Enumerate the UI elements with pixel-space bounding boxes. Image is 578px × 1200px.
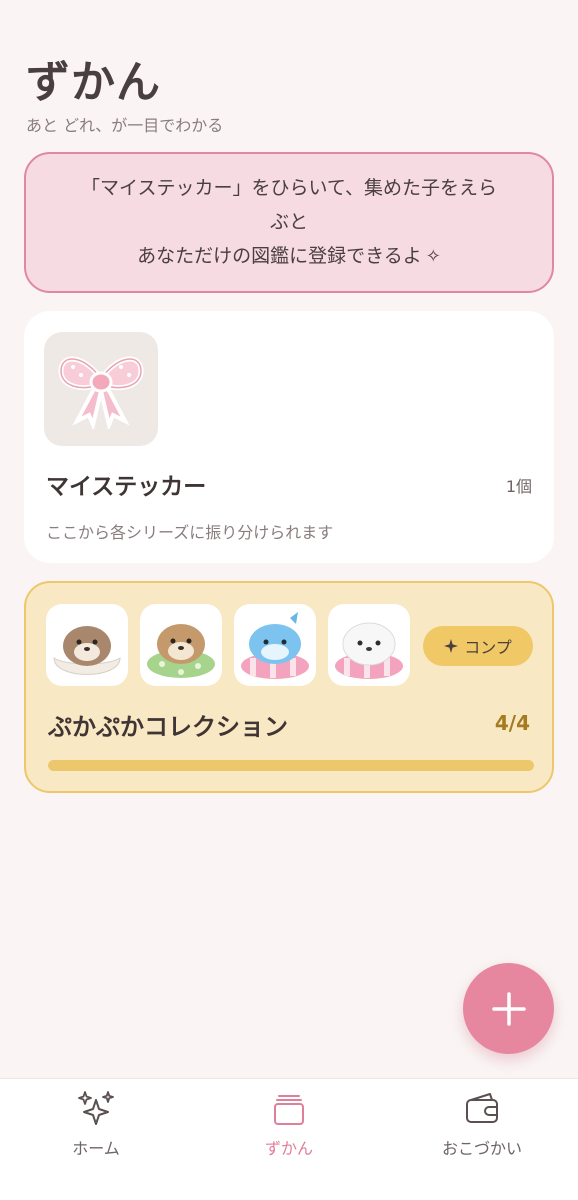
dolphin-float-icon [241, 612, 309, 679]
page-subtitle: あと どれ、が一目でわかる [26, 116, 224, 135]
sparkle-icon [444, 639, 459, 653]
tab-home[interactable]: ホーム [26, 1087, 166, 1159]
bottom-tab-bar: ホーム ずかん おこづかい [0, 1078, 578, 1200]
tab-okozukai-label: おこづかい [441, 1139, 522, 1158]
complete-badge-label: コンプ [464, 638, 512, 657]
plus-icon [491, 991, 526, 1026]
dolphin-float-figure [234, 604, 316, 686]
collection-title: ぷかぷかコレクション [48, 713, 288, 741]
my-sticker-title: マイステッカー [46, 474, 207, 500]
seal-float-figure [328, 604, 410, 686]
otter-shell-icon [53, 626, 121, 675]
sticker-thumbnail [44, 332, 158, 446]
tab-zukan[interactable]: ずかん [219, 1087, 359, 1159]
page-title: ずかん [26, 57, 161, 108]
otter-float-icon [147, 624, 215, 678]
otter-float-figure [140, 604, 222, 686]
zukan-screen: ずかん あと どれ、が一目でわかる 「マイステッカー」をひらいて、集めた子をえら… [0, 0, 578, 1200]
tab-zukan-label: ずかん [264, 1139, 313, 1158]
info-banner-line-2: ぶと [269, 211, 308, 233]
info-banner-line-1: 「マイステッカー」をひらいて、集めた子をえら [81, 177, 497, 199]
collection-progress-bar [48, 760, 534, 771]
info-banner-line-3: あなただけの図鑑に登録できるよ [137, 245, 422, 267]
complete-badge: コンプ [423, 626, 533, 666]
tab-okozukai[interactable]: おこづかい [412, 1087, 552, 1159]
collection-progress-count: 4/4 [494, 711, 530, 735]
otter-shell-figure [46, 604, 128, 686]
add-button[interactable] [463, 963, 554, 1054]
collection-stack-icon [269, 1087, 309, 1129]
collection-figures [46, 604, 410, 686]
my-sticker-description: ここから各シリーズに振り分けられます [46, 523, 334, 542]
tab-home-label: ホーム [72, 1139, 120, 1158]
ribbon-bow-icon [58, 356, 144, 429]
wallet-icon [462, 1087, 502, 1129]
sparkles-icon [76, 1087, 116, 1129]
my-sticker-card[interactable]: マイステッカー 1個 ここから各シリーズに振り分けられます [24, 311, 554, 563]
info-banner-line-3-wrap: あなただけの図鑑に登録できるよ ✧ [137, 239, 441, 274]
collection-progress-fill [48, 760, 534, 771]
sparkle-icon: ✧ [425, 246, 441, 267]
seal-float-icon [335, 622, 403, 679]
info-banner: 「マイステッカー」をひらいて、集めた子をえら ぶと あなただけの図鑑に登録できる… [24, 152, 554, 293]
collection-card-pukapuka[interactable]: コンプ ぷかぷかコレクション 4/4 [24, 581, 554, 793]
my-sticker-count: 1個 [505, 477, 532, 496]
